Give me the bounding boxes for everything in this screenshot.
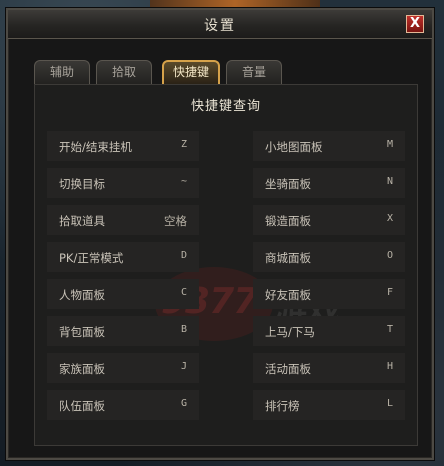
hotkey-row-activity[interactable]: 活动面板 H bbox=[253, 353, 405, 383]
hotkey-key: X bbox=[386, 213, 393, 224]
hotkey-row-mount-toggle[interactable]: 上马/下马 T bbox=[253, 316, 405, 346]
hotkey-row-switch-target[interactable]: 切换目标 ~ bbox=[47, 168, 199, 198]
tab-pickup[interactable]: 拾取 bbox=[96, 60, 152, 84]
hotkey-label: 人物面板 bbox=[59, 288, 105, 302]
hotkey-label: 小地图面板 bbox=[265, 140, 323, 154]
hotkey-row-mount[interactable]: 坐骑面板 N bbox=[253, 168, 405, 198]
hotkey-label: 活动面板 bbox=[265, 362, 311, 376]
game-hud-strip bbox=[150, 0, 320, 8]
tab-volume[interactable]: 音量 bbox=[226, 60, 282, 84]
hotkey-label: 商城面板 bbox=[265, 251, 311, 265]
hotkey-key: H bbox=[386, 361, 393, 372]
hotkey-label: 背包面板 bbox=[59, 325, 105, 339]
hotkey-row-character[interactable]: 人物面板 C bbox=[47, 279, 199, 309]
hotkey-row-ranking[interactable]: 排行榜 L bbox=[253, 390, 405, 420]
tab-hotkeys[interactable]: 快捷键 bbox=[162, 60, 220, 84]
settings-window: 设置 X 辅助 拾取 快捷键 音量 快捷键查询 9377 游戏 GAMES 开始… bbox=[6, 8, 434, 460]
hotkey-label: 好友面板 bbox=[265, 288, 311, 302]
hotkey-panel: 快捷键查询 9377 游戏 GAMES 开始/结束挂机 Z 切换目标 ~ 拾取道… bbox=[34, 84, 418, 446]
hotkey-label: 切换目标 bbox=[59, 177, 105, 191]
hotkey-key: C bbox=[180, 287, 187, 298]
hotkey-key: G bbox=[180, 398, 187, 409]
hotkey-row-backpack[interactable]: 背包面板 B bbox=[47, 316, 199, 346]
hotkey-key: T bbox=[386, 324, 393, 335]
tab-bar: 辅助 拾取 快捷键 音量 bbox=[34, 60, 414, 84]
hotkey-label: 开始/结束挂机 bbox=[59, 140, 132, 154]
hotkey-key: B bbox=[180, 324, 187, 335]
hotkey-label: 家族面板 bbox=[59, 362, 105, 376]
hotkey-key: 空格 bbox=[164, 214, 187, 228]
hotkey-row-shop[interactable]: 商城面板 O bbox=[253, 242, 405, 272]
hotkey-row-friends[interactable]: 好友面板 F bbox=[253, 279, 405, 309]
hotkey-key: M bbox=[386, 139, 393, 150]
hotkey-row-pickup-item[interactable]: 拾取道具 空格 bbox=[47, 205, 199, 235]
hotkey-row-minimap[interactable]: 小地图面板 M bbox=[253, 131, 405, 161]
hotkey-row-forge[interactable]: 锻造面板 X bbox=[253, 205, 405, 235]
hotkey-key: L bbox=[386, 398, 393, 409]
hotkey-key: ~ bbox=[180, 176, 187, 187]
hotkey-key: F bbox=[386, 287, 393, 298]
hotkey-key: D bbox=[180, 250, 187, 261]
hotkey-label: 队伍面板 bbox=[59, 399, 105, 413]
hotkey-row-idle-toggle[interactable]: 开始/结束挂机 Z bbox=[47, 131, 199, 161]
hotkey-key: N bbox=[386, 176, 393, 187]
hotkey-label: 锻造面板 bbox=[265, 214, 311, 228]
panel-title: 快捷键查询 bbox=[190, 99, 261, 114]
hotkey-key: O bbox=[386, 250, 393, 261]
window-title: 设置 bbox=[204, 18, 236, 34]
hotkey-label: 排行榜 bbox=[265, 399, 300, 413]
hotkey-row-pk-mode[interactable]: PK/正常模式 D bbox=[47, 242, 199, 272]
window-titlebar[interactable]: 设置 X bbox=[8, 10, 432, 39]
hotkey-key: Z bbox=[180, 139, 187, 150]
hotkey-label: 上马/下马 bbox=[265, 325, 315, 339]
close-button[interactable]: X bbox=[406, 15, 424, 33]
hotkey-label: 坐骑面板 bbox=[265, 177, 311, 191]
hotkey-label: PK/正常模式 bbox=[59, 251, 124, 265]
tab-assist[interactable]: 辅助 bbox=[34, 60, 90, 84]
hotkey-label: 拾取道具 bbox=[59, 214, 105, 228]
hotkey-key: J bbox=[180, 361, 187, 372]
hotkey-row-family[interactable]: 家族面板 J bbox=[47, 353, 199, 383]
hotkey-row-team[interactable]: 队伍面板 G bbox=[47, 390, 199, 420]
